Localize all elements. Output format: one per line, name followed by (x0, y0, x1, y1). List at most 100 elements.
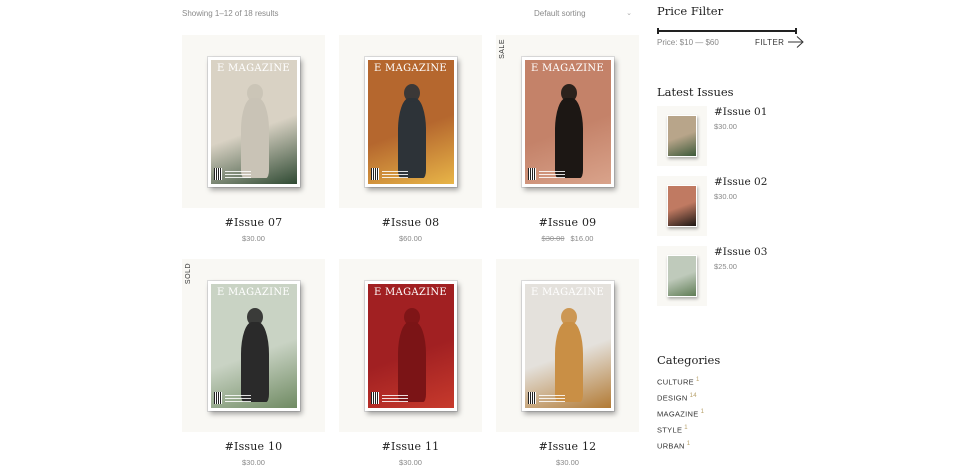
product-price: $30.00 (339, 458, 482, 467)
filter-button[interactable]: FILTER (755, 36, 805, 48)
magazine-cover-title: E MAGAZINE (530, 62, 605, 74)
product-thumbnail[interactable]: E MAGAZINE (339, 35, 482, 208)
latest-issue-thumbnail[interactable] (657, 246, 707, 306)
chevron-down-icon: ⌄ (626, 10, 632, 17)
product-thumbnail[interactable]: E MAGAZINE (496, 259, 639, 432)
product-name[interactable]: #Issue 08 (339, 216, 482, 229)
cover-figure-head (403, 307, 420, 326)
cover-figure-head (246, 307, 263, 326)
product-card[interactable]: E MAGAZINE #Issue 11 $30.00 (339, 259, 482, 467)
product-name[interactable]: #Issue 10 (182, 440, 325, 453)
category-label: STYLE (657, 425, 683, 435)
cover-text-lines (538, 170, 565, 179)
categories-title: Categories (657, 353, 721, 367)
magazine-cover-title: E MAGAZINE (216, 286, 291, 298)
latest-issue-price: $30.00 (714, 122, 737, 131)
latest-issue-cover-art (668, 116, 696, 156)
product-badge: SOLD (185, 263, 192, 285)
product-price-value: $60.00 (399, 234, 422, 243)
latest-issue-cover (667, 185, 697, 227)
category-link[interactable]: DESIGN 14 (657, 393, 697, 403)
price-range-label: Price: $10 — $60 (657, 38, 719, 47)
category-link[interactable]: STYLE 1 (657, 425, 688, 435)
sorting-select[interactable]: Default sorting ⌄ (534, 6, 632, 20)
magazine-cover: E MAGAZINE (207, 280, 300, 411)
latest-issue-thumbnail[interactable] (657, 176, 707, 236)
product-price: $60.00 (339, 234, 482, 243)
price-slider-max-handle[interactable] (795, 28, 797, 34)
product-price-value: $30.00 (556, 458, 579, 467)
latest-issue-item[interactable]: #Issue 02 $30.00 (657, 176, 807, 238)
product-price-value: $30.00 (242, 458, 265, 467)
magazine-cover-title: E MAGAZINE (530, 286, 605, 298)
sorting-selected: Default sorting (534, 8, 586, 18)
latest-issue-cover (667, 115, 697, 157)
cover-figure-head (403, 83, 420, 102)
product-thumbnail[interactable]: SALE E MAGAZINE (496, 35, 639, 208)
barcode-icon (213, 391, 222, 404)
category-count: 1 (686, 441, 691, 447)
product-price: $30.00 (182, 234, 325, 243)
category-count: 1 (695, 377, 700, 383)
category-label: URBAN (657, 441, 685, 451)
latest-issue-cover-art (668, 256, 696, 296)
latest-issue-price: $25.00 (714, 262, 737, 271)
cover-text-lines (224, 170, 251, 179)
latest-issue-cover-art (668, 186, 696, 226)
product-card[interactable]: E MAGAZINE #Issue 07 $30.00 (182, 35, 325, 243)
product-sale-price: $16.00 (570, 234, 594, 243)
magazine-cover-art: E MAGAZINE (367, 283, 454, 408)
category-label: CULTURE (657, 377, 694, 387)
product-thumbnail[interactable]: SOLD E MAGAZINE (182, 259, 325, 432)
category-label: MAGAZINE (657, 409, 699, 419)
product-badge: SALE (499, 39, 506, 59)
product-name[interactable]: #Issue 12 (496, 440, 639, 453)
latest-issue-item[interactable]: #Issue 03 $25.00 (657, 246, 807, 308)
product-thumbnail[interactable]: E MAGAZINE (182, 35, 325, 208)
magazine-cover-art: E MAGAZINE (524, 59, 611, 184)
product-name[interactable]: #Issue 09 (496, 216, 639, 229)
category-link[interactable]: URBAN 1 (657, 441, 690, 451)
arrow-right-icon (788, 36, 805, 48)
latest-issue-name[interactable]: #Issue 01 (714, 106, 767, 118)
cover-figure-head (560, 83, 577, 102)
latest-issue-cover (667, 255, 697, 297)
price-slider[interactable] (657, 28, 797, 34)
product-card[interactable]: SOLD E MAGAZINE #Issue 10 $30.00 (182, 259, 325, 467)
product-name[interactable]: #Issue 07 (182, 216, 325, 229)
results-count: Showing 1–12 of 18 results (182, 9, 279, 18)
product-price: $30.00 $16.00 (496, 234, 639, 243)
category-link[interactable]: CULTURE 1 (657, 377, 700, 387)
product-price: $30.00 (496, 458, 639, 467)
category-link[interactable]: MAGAZINE 1 (657, 409, 704, 419)
cover-figure (554, 321, 583, 402)
cover-figure-head (560, 307, 577, 326)
cover-figure (554, 97, 583, 178)
barcode-icon (527, 167, 536, 180)
product-card[interactable]: E MAGAZINE #Issue 08 $60.00 (339, 35, 482, 243)
product-price-value: $30.00 (399, 458, 422, 467)
product-thumbnail[interactable]: E MAGAZINE (339, 259, 482, 432)
cover-text-lines (224, 394, 251, 403)
magazine-cover-title: E MAGAZINE (216, 62, 291, 74)
product-old-price: $30.00 (541, 234, 565, 243)
filter-button-label: FILTER (755, 37, 785, 47)
magazine-cover-art: E MAGAZINE (367, 59, 454, 184)
latest-issue-thumbnail[interactable] (657, 106, 707, 166)
product-name[interactable]: #Issue 11 (339, 440, 482, 453)
latest-issue-name[interactable]: #Issue 02 (714, 176, 767, 188)
barcode-icon (370, 167, 379, 180)
price-slider-min-handle[interactable] (657, 28, 659, 34)
latest-issue-price: $30.00 (714, 192, 737, 201)
category-count: 1 (684, 425, 688, 431)
barcode-icon (527, 391, 536, 404)
magazine-cover-art: E MAGAZINE (524, 283, 611, 408)
magazine-cover: E MAGAZINE (364, 280, 457, 411)
cover-text-lines (538, 394, 565, 403)
latest-issue-name[interactable]: #Issue 03 (714, 246, 767, 258)
product-card[interactable]: SALE E MAGAZINE #Issue 09 $30.00 $16.00 (496, 35, 639, 243)
product-price-value: $30.00 (242, 234, 265, 243)
product-card[interactable]: E MAGAZINE #Issue 12 $30.00 (496, 259, 639, 467)
magazine-cover-art: E MAGAZINE (210, 283, 297, 408)
latest-issue-item[interactable]: #Issue 01 $30.00 (657, 106, 807, 168)
